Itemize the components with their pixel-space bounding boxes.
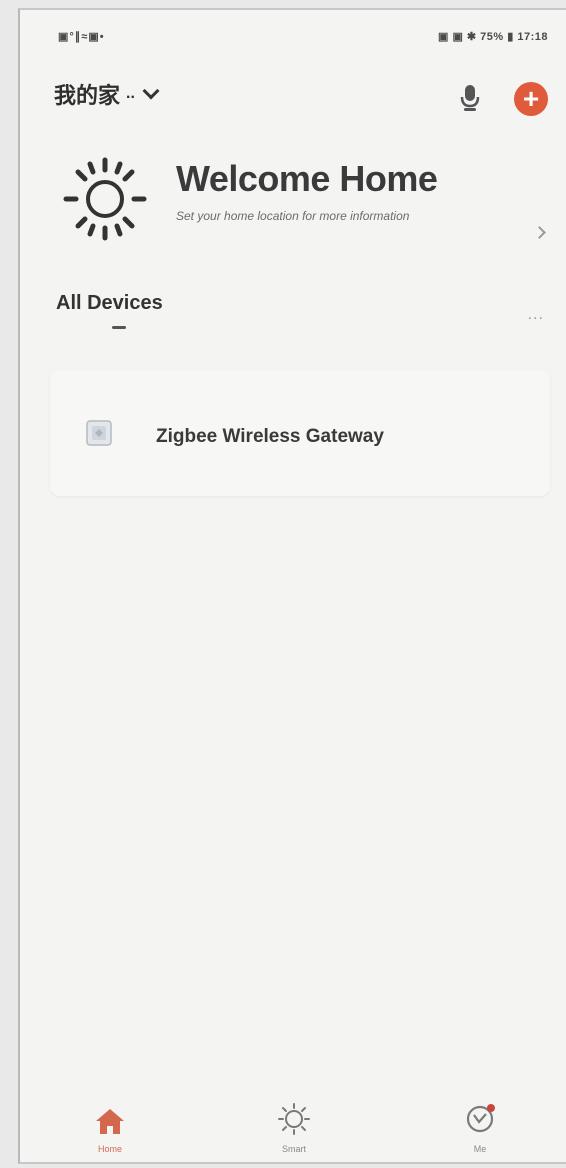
device-name: Zigbee Wireless Gateway [156, 426, 384, 447]
mic-icon[interactable] [458, 82, 482, 114]
status-bar: ▣°∥≈▣• ▣ ▣ ✱ 75% ▮ 17:18 [20, 10, 566, 66]
more-options-icon[interactable]: ... [528, 306, 544, 324]
status-icons-right: ▣ ▣ ✱ 75% ▮ 17:18 [438, 31, 548, 43]
home-icon [96, 1109, 124, 1134]
sun-icon [63, 157, 147, 241]
device-card[interactable]: Zigbee Wireless Gateway [50, 370, 550, 496]
nav-item-smart[interactable]: Smart [254, 1102, 334, 1154]
status-icons-left: ▣°∥≈▣• [58, 31, 105, 43]
me-icon [466, 1104, 495, 1133]
welcome-banner[interactable]: Welcome Home Set your home location for … [20, 144, 566, 264]
chevron-right-icon [533, 226, 546, 239]
smart-sun-icon [278, 1103, 310, 1135]
home-name-suffix: .. [126, 85, 135, 102]
home-selector[interactable]: 我的家 .. [54, 78, 160, 110]
bottom-navigation: Home Smart Me [20, 1076, 566, 1162]
nav-label-smart: Smart [281, 1144, 306, 1154]
nav-item-home[interactable]: Home [70, 1106, 150, 1154]
nav-item-me[interactable]: Me [440, 1102, 520, 1154]
section-title-all-devices[interactable]: All Devices [56, 292, 163, 315]
gateway-icon [86, 420, 112, 446]
tab-indicator [112, 326, 126, 329]
home-name: 我的家 [54, 83, 121, 108]
plus-circle-icon[interactable]: + [514, 82, 548, 116]
add-symbol: + [522, 83, 540, 114]
header: 我的家 .. + [20, 66, 566, 126]
phone-screen: ▣°∥≈▣• ▣ ▣ ✱ 75% ▮ 17:18 我的家 .. + Welcom… [18, 8, 566, 1164]
chevron-down-icon [142, 82, 160, 100]
nav-label-me: Me [473, 1144, 487, 1154]
welcome-subtitle: Set your home location for more informat… [176, 209, 410, 223]
welcome-title: Welcome Home [176, 158, 438, 199]
nav-label-home: Home [97, 1144, 122, 1154]
